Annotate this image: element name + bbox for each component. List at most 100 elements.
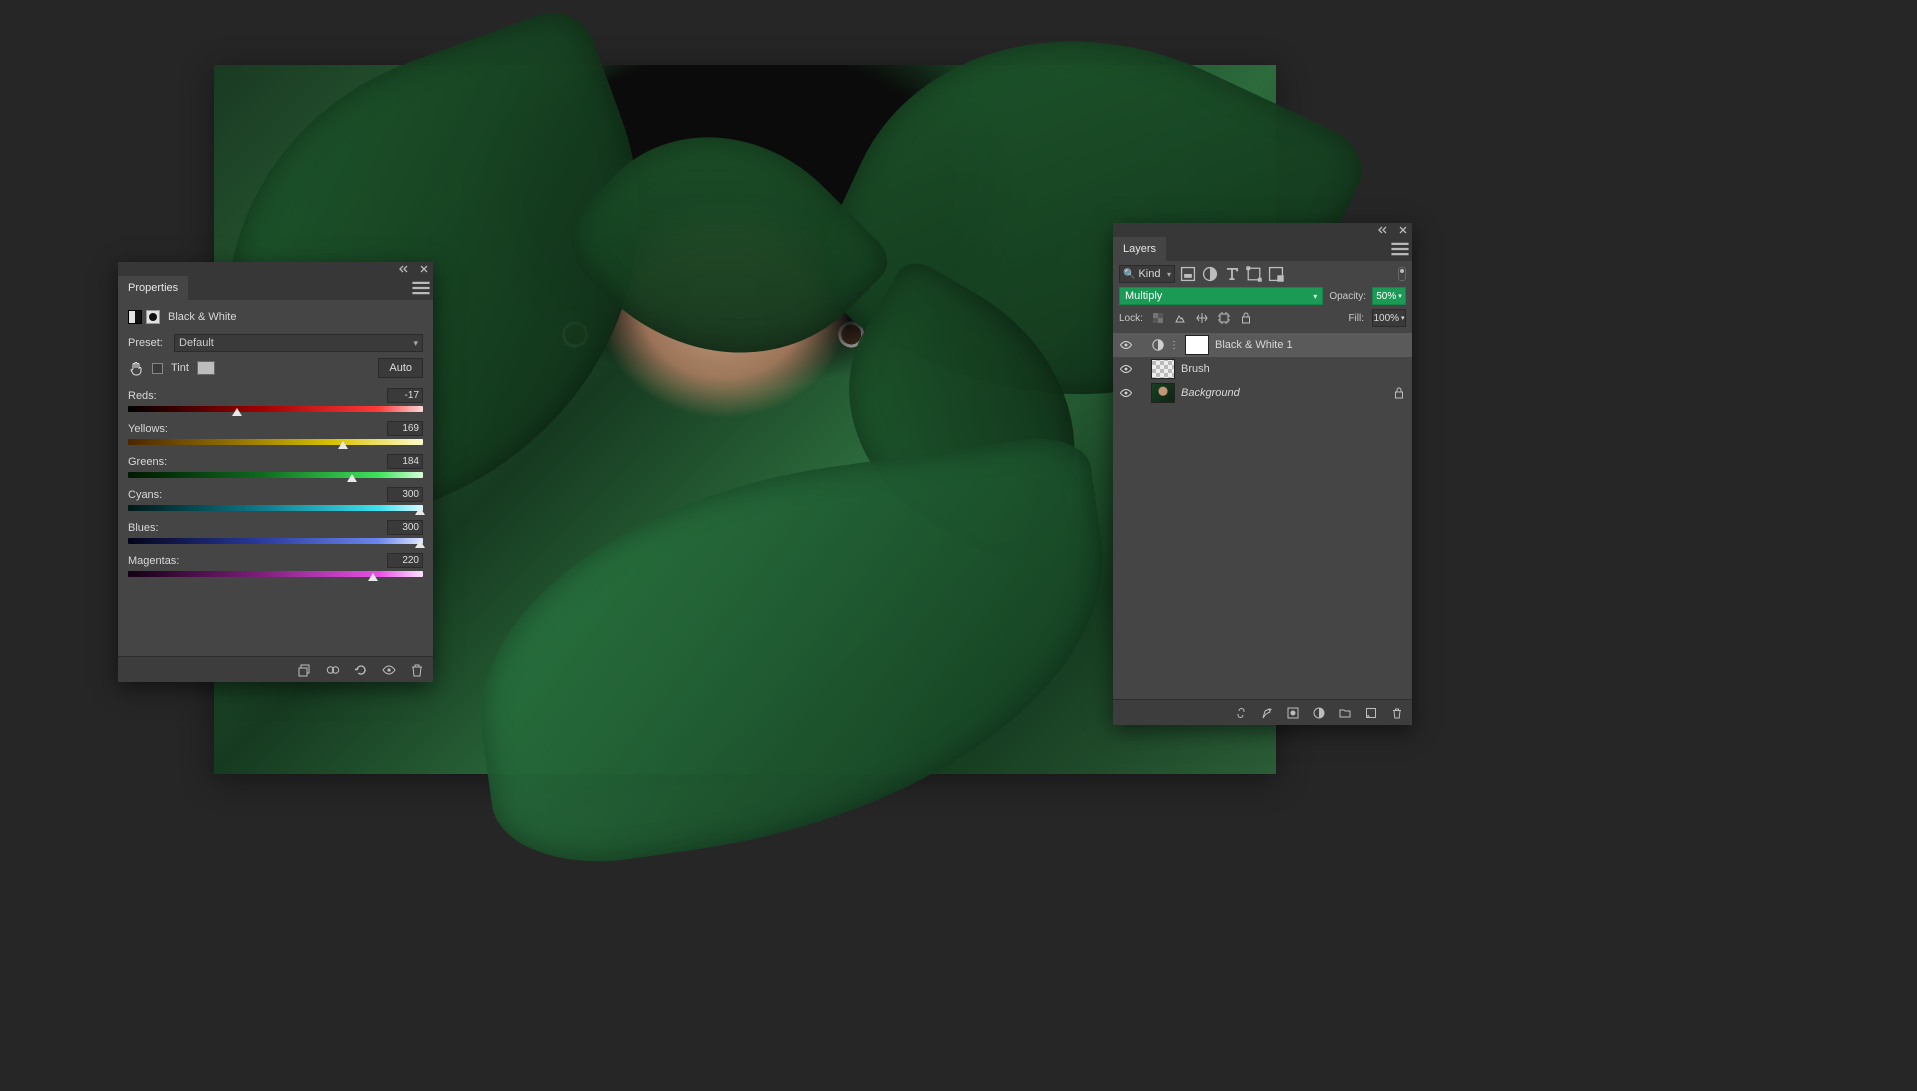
leaf-shape xyxy=(452,431,1136,877)
new-group-icon[interactable] xyxy=(1338,706,1352,720)
slider-value-input[interactable]: -17 xyxy=(387,388,423,403)
filter-type-icon[interactable] xyxy=(1223,265,1241,283)
blend-mode-value: Multiply xyxy=(1125,290,1162,302)
opacity-input[interactable]: 50%▾ xyxy=(1372,287,1406,305)
fill-label: Fill: xyxy=(1348,313,1364,324)
new-adjustment-icon[interactable] xyxy=(1312,706,1326,720)
filter-toggle[interactable] xyxy=(1398,267,1406,281)
clip-to-layer-icon[interactable] xyxy=(297,662,313,678)
lock-label: Lock: xyxy=(1119,313,1143,324)
slider-thumb[interactable] xyxy=(232,408,242,416)
slider-thumb[interactable] xyxy=(415,507,425,515)
visibility-toggle-icon[interactable] xyxy=(1119,386,1133,400)
auto-button[interactable]: Auto xyxy=(378,358,423,378)
lock-transparency-icon[interactable] xyxy=(1151,311,1165,325)
panel-menu-icon[interactable] xyxy=(1388,237,1412,261)
panel-titlebar xyxy=(1113,223,1412,237)
slider-track[interactable] xyxy=(128,538,423,544)
slider-value-input[interactable]: 169 xyxy=(387,421,423,436)
slider-thumb[interactable] xyxy=(338,441,348,449)
layer-row[interactable]: ⋮ Black & White 1 xyxy=(1113,333,1412,357)
chevron-down-icon: ▾ xyxy=(1313,292,1317,301)
layers-panel: Layers 🔍 Kind ▾ Multiply ▾ Opacity: xyxy=(1113,223,1412,725)
slider-magentas: Magentas: 220 xyxy=(128,553,423,577)
slider-label: Cyans: xyxy=(128,489,162,501)
layer-name[interactable]: Brush xyxy=(1181,363,1210,375)
slider-greens: Greens: 184 xyxy=(128,454,423,478)
black-and-white-icon xyxy=(128,310,160,324)
opacity-label: Opacity: xyxy=(1329,291,1366,302)
filter-shape-icon[interactable] xyxy=(1245,265,1263,283)
slider-thumb[interactable] xyxy=(415,540,425,548)
blend-row: Multiply ▾ Opacity: 50%▾ xyxy=(1119,287,1406,305)
visibility-toggle-icon[interactable] xyxy=(1119,362,1133,376)
panel-tabs: Layers xyxy=(1113,237,1412,261)
slider-yellows: Yellows: 169 xyxy=(128,421,423,445)
slider-thumb[interactable] xyxy=(368,573,378,581)
layer-row[interactable]: Brush xyxy=(1113,357,1412,381)
slider-track[interactable] xyxy=(128,439,423,445)
layer-filter-row: 🔍 Kind ▾ xyxy=(1119,265,1406,283)
trash-icon[interactable] xyxy=(409,662,425,678)
tint-checkbox[interactable] xyxy=(152,363,163,374)
close-icon[interactable] xyxy=(419,264,429,274)
layer-name[interactable]: Black & White 1 xyxy=(1215,339,1293,351)
panel-titlebar xyxy=(118,262,433,276)
preset-label: Preset: xyxy=(128,337,168,349)
layer-name[interactable]: Background xyxy=(1181,387,1240,399)
tab-layers[interactable]: Layers xyxy=(1113,237,1167,261)
tint-color-swatch[interactable] xyxy=(197,361,215,375)
layers-list: ⋮ Black & White 1 Brush Background xyxy=(1113,333,1412,405)
filter-kind-dropdown[interactable]: 🔍 Kind ▾ xyxy=(1119,265,1175,283)
slider-thumb[interactable] xyxy=(347,474,357,482)
filter-pixel-icon[interactable] xyxy=(1179,265,1197,283)
slider-value-input[interactable]: 300 xyxy=(387,487,423,502)
adjustment-layer-icon: ⋮ xyxy=(1151,338,1179,352)
layer-thumb[interactable] xyxy=(1151,383,1175,403)
link-layers-icon[interactable] xyxy=(1234,706,1248,720)
lock-position-icon[interactable] xyxy=(1195,311,1209,325)
properties-panel: Properties Black & White Preset: Default… xyxy=(118,262,433,682)
new-layer-icon[interactable] xyxy=(1364,706,1378,720)
collapse-icon[interactable] xyxy=(399,264,409,274)
lock-image-icon[interactable] xyxy=(1173,311,1187,325)
slider-track[interactable] xyxy=(128,505,423,511)
add-mask-icon[interactable] xyxy=(1286,706,1300,720)
layer-row[interactable]: Background xyxy=(1113,381,1412,405)
reset-icon[interactable] xyxy=(353,662,369,678)
preset-dropdown[interactable]: Default ▾ xyxy=(174,334,423,352)
layer-style-icon[interactable] xyxy=(1260,706,1274,720)
lock-icon[interactable] xyxy=(1392,386,1406,400)
layer-thumb[interactable] xyxy=(1151,359,1175,379)
collapse-icon[interactable] xyxy=(1378,225,1388,235)
fill-input[interactable]: 100%▾ xyxy=(1372,309,1406,327)
search-icon: 🔍 xyxy=(1123,269,1135,280)
visibility-toggle-icon[interactable] xyxy=(1119,338,1133,352)
lock-all-icon[interactable] xyxy=(1239,311,1253,325)
filter-adjustment-icon[interactable] xyxy=(1201,265,1219,283)
lock-artboard-icon[interactable] xyxy=(1217,311,1231,325)
slider-track[interactable] xyxy=(128,472,423,478)
slider-value-input[interactable]: 184 xyxy=(387,454,423,469)
tab-properties[interactable]: Properties xyxy=(118,276,189,300)
targeted-adjustment-icon[interactable] xyxy=(128,360,144,376)
adjustment-heading: Black & White xyxy=(128,306,423,332)
trash-icon[interactable] xyxy=(1390,706,1404,720)
slider-value-input[interactable]: 300 xyxy=(387,520,423,535)
slider-value-input[interactable]: 220 xyxy=(387,553,423,568)
tint-label: Tint xyxy=(171,362,189,374)
slider-track[interactable] xyxy=(128,406,423,412)
properties-body: Black & White Preset: Default ▾ Tint Aut… xyxy=(118,300,433,577)
slider-track[interactable] xyxy=(128,571,423,577)
filter-smartobject-icon[interactable] xyxy=(1267,265,1285,283)
layer-mask-thumb[interactable] xyxy=(1185,335,1209,355)
tint-row: Tint Auto xyxy=(128,358,423,378)
properties-footer xyxy=(118,656,433,682)
toggle-visibility-icon[interactable] xyxy=(381,662,397,678)
view-previous-icon[interactable] xyxy=(325,662,341,678)
blend-mode-dropdown[interactable]: Multiply ▾ xyxy=(1119,287,1323,305)
chevron-down-icon: ▾ xyxy=(413,338,418,349)
slider-cyans: Cyans: 300 xyxy=(128,487,423,511)
panel-menu-icon[interactable] xyxy=(409,276,433,300)
close-icon[interactable] xyxy=(1398,225,1408,235)
